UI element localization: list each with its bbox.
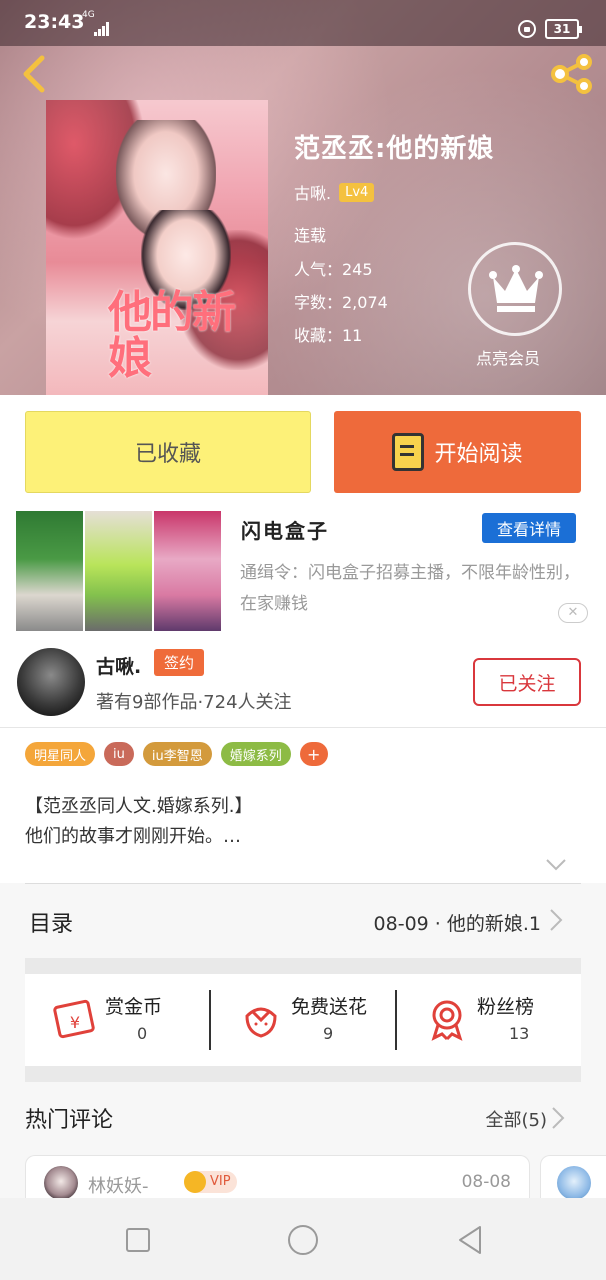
ad-detail-button[interactable]: 查看详情 bbox=[482, 513, 576, 543]
share-icon bbox=[551, 54, 592, 94]
recent-apps-button[interactable] bbox=[126, 1228, 150, 1252]
stat-label: 免费送花 bbox=[291, 996, 368, 1018]
chevron-right-icon[interactable] bbox=[551, 1106, 565, 1130]
stat-value: 0 bbox=[137, 1024, 148, 1043]
book-title: 范丞丞:他的新娘 bbox=[294, 134, 495, 164]
chevron-right-icon bbox=[550, 909, 563, 931]
signal-icon bbox=[94, 22, 110, 36]
send-flower-button[interactable]: 免费送花 9 bbox=[211, 988, 396, 1052]
status-bar: 23:43 4G 31 bbox=[0, 0, 606, 46]
vip-button[interactable] bbox=[468, 242, 562, 336]
ad-title[interactable]: 闪电盒子 bbox=[241, 515, 329, 544]
comments-header: 热门评论 全部(5) bbox=[25, 1082, 581, 1152]
start-reading-label: 开始阅读 bbox=[434, 442, 523, 467]
stat-label: 赏金币 bbox=[105, 996, 163, 1018]
fan-ranking-button[interactable]: 粉丝榜 13 bbox=[397, 988, 582, 1052]
catalogue-label: 目录 bbox=[29, 912, 74, 937]
back-button[interactable] bbox=[16, 54, 52, 94]
ad-image[interactable] bbox=[154, 511, 221, 631]
close-icon[interactable]: ✕ bbox=[558, 603, 588, 623]
stats-bar: ¥ 赏金币 0 免费送花 9 粉丝榜 13 bbox=[25, 974, 581, 1066]
comments-title: 热门评论 bbox=[25, 1108, 114, 1133]
chevron-left-icon bbox=[23, 55, 45, 93]
vip-badge: VIP bbox=[184, 1171, 237, 1193]
book-detail-page: 23:43 4G 31 他的新娘 范丞丞:他的新娘 古啾. Lv4 连载 人气：… bbox=[0, 0, 606, 1280]
catalogue-row[interactable]: 目录 08-09 · 他的新娘.1 bbox=[25, 883, 581, 958]
book-favorites: 收藏：11 bbox=[294, 326, 363, 345]
back-triangle-icon[interactable] bbox=[456, 1224, 484, 1256]
comment-user[interactable]: 林妖妖- bbox=[88, 1172, 149, 1198]
author-info: 著有9部作品·724人关注 bbox=[96, 692, 292, 713]
stat-value: 13 bbox=[509, 1024, 530, 1043]
collect-button[interactable]: 已收藏 bbox=[25, 411, 311, 493]
home-button[interactable] bbox=[288, 1225, 318, 1255]
lock-icon bbox=[518, 20, 536, 38]
book-author[interactable]: 古啾. bbox=[294, 180, 331, 204]
divider bbox=[25, 958, 581, 974]
follow-button[interactable]: 已关注 bbox=[473, 658, 581, 706]
status-time: 23:43 bbox=[24, 11, 85, 33]
start-reading-button[interactable]: 开始阅读 bbox=[334, 411, 581, 493]
author-row[interactable]: 古啾. 签约 著有9部作品·724人关注 已关注 bbox=[0, 640, 606, 728]
share-button[interactable] bbox=[550, 54, 594, 94]
ad-banner[interactable]: 闪电盒子 查看详情 通缉令：闪电盒子招募主播，不限年龄性别，在家赚钱 ✕ bbox=[0, 505, 606, 640]
book-word-count: 字数：2,074 bbox=[294, 293, 388, 312]
network-label: 4G bbox=[82, 10, 95, 20]
medal-icon bbox=[431, 1000, 463, 1041]
stat-value: 9 bbox=[323, 1024, 334, 1043]
system-nav-bar bbox=[0, 1198, 606, 1280]
add-tag-button[interactable]: + bbox=[299, 742, 328, 766]
tag[interactable]: iu李智恩 bbox=[142, 742, 212, 766]
avatar[interactable] bbox=[557, 1166, 591, 1200]
action-bar: 已收藏 开始阅读 bbox=[0, 395, 606, 505]
signed-badge: 签约 bbox=[154, 649, 205, 676]
book-popularity: 人气：245 bbox=[294, 260, 373, 279]
comment-date: 08-08 bbox=[461, 1172, 511, 1192]
intro-line: 【范丞丞同人文.婚嫁系列.】 bbox=[25, 796, 253, 817]
chevron-down-icon[interactable] bbox=[545, 858, 567, 872]
reward-coin-button[interactable]: ¥ 赏金币 0 bbox=[25, 988, 210, 1052]
all-comments-link[interactable]: 全部(5) bbox=[486, 1106, 548, 1132]
cover-title: 他的新娘 bbox=[108, 287, 236, 384]
book-author-line: 古啾. Lv4 bbox=[294, 180, 375, 204]
tag-list: 明星同人 iu iu李智恩 婚嫁系列 + bbox=[25, 742, 328, 766]
intro-text[interactable]: 【范丞丞同人文.婚嫁系列.】 他们的故事才刚刚开始。… bbox=[25, 792, 252, 852]
stat-label: 粉丝榜 bbox=[477, 996, 535, 1018]
book-icon bbox=[392, 433, 425, 471]
battery-icon: 31 bbox=[545, 19, 582, 39]
avatar[interactable] bbox=[17, 648, 85, 716]
avatar[interactable] bbox=[44, 1166, 78, 1200]
tag[interactable]: 明星同人 bbox=[25, 742, 96, 766]
divider bbox=[25, 1066, 581, 1082]
flower-icon bbox=[245, 1007, 277, 1038]
level-badge: Lv4 bbox=[339, 182, 375, 202]
svg-text:¥: ¥ bbox=[70, 1013, 80, 1032]
tag[interactable]: 婚嫁系列 bbox=[220, 742, 291, 766]
ad-description[interactable]: 通缉令：闪电盒子招募主播，不限年龄性别，在家赚钱 bbox=[240, 558, 590, 620]
crown-icon bbox=[489, 265, 543, 312]
book-header: 23:43 4G 31 他的新娘 范丞丞:他的新娘 古啾. Lv4 连载 人气：… bbox=[0, 0, 606, 395]
book-intro: 明星同人 iu iu李智恩 婚嫁系列 + 【范丞丞同人文.婚嫁系列.】 他们的故… bbox=[0, 728, 606, 883]
red-envelope-icon: ¥ bbox=[53, 999, 95, 1039]
ad-image[interactable] bbox=[85, 511, 152, 631]
intro-line: 他们的故事才刚刚开始。… bbox=[25, 826, 241, 847]
author-name[interactable]: 古啾. bbox=[96, 652, 141, 679]
ad-image[interactable] bbox=[16, 511, 83, 631]
latest-chapter: 08-09 · 他的新娘.1 bbox=[373, 913, 541, 935]
book-cover[interactable]: 他的新娘 bbox=[46, 100, 268, 395]
tag[interactable]: iu bbox=[104, 742, 134, 766]
book-status: 连载 bbox=[294, 226, 327, 245]
vip-label[interactable]: 点亮会员 bbox=[476, 345, 540, 369]
